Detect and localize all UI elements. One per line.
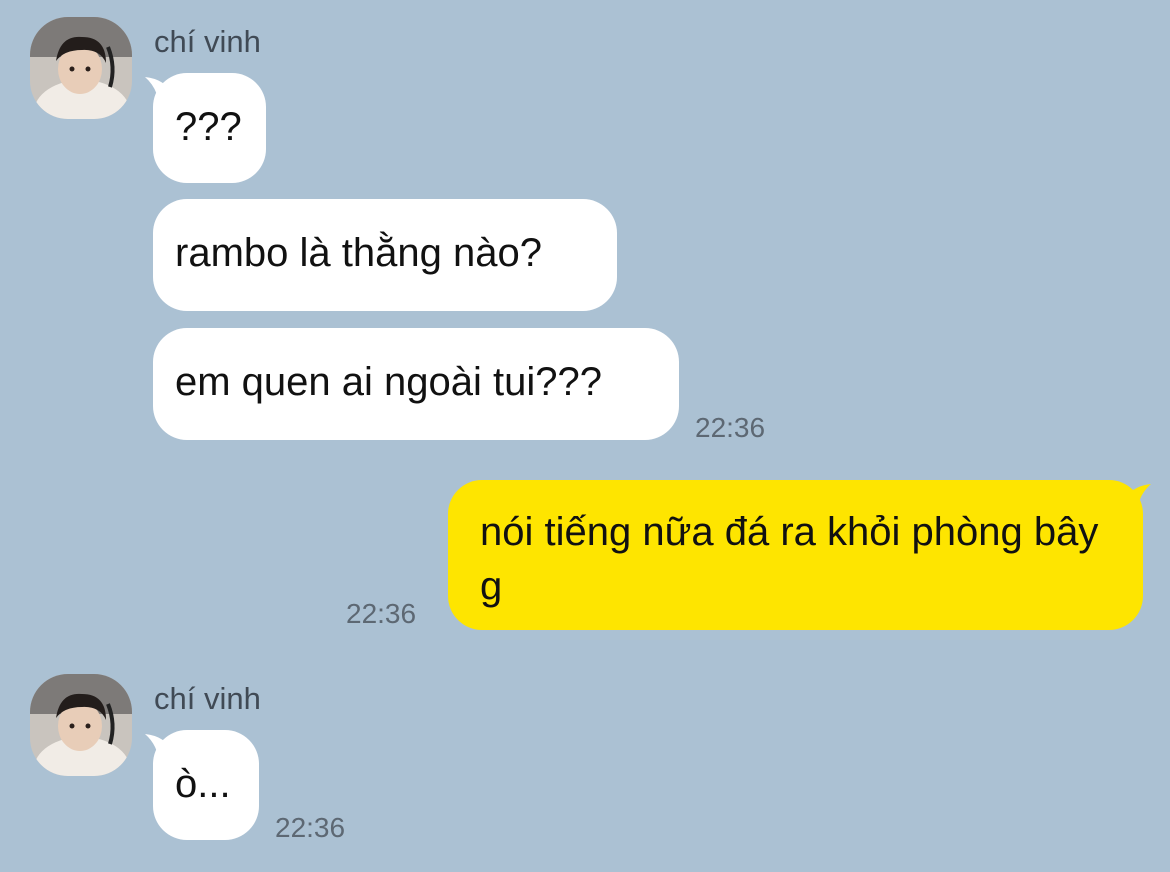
message-timestamp: 22:36 (346, 598, 417, 629)
contact-avatar[interactable] (30, 17, 132, 119)
sender-name: chí vinh (154, 24, 261, 59)
message-text: ò... (175, 762, 231, 806)
incoming-message-bubble[interactable]: rambo là thằng nào? (153, 199, 617, 311)
outgoing-message-bubble[interactable]: nói tiếng nữa đá ra khỏi phòng bây g (448, 480, 1143, 630)
message-text: nói tiếng nữa đá ra khỏi phòng bây g (480, 510, 1099, 608)
message-text: rambo là thằng nào? (175, 231, 542, 275)
incoming-message-bubble[interactable]: ??? (153, 73, 266, 183)
message-timestamp: 22:36 (275, 812, 346, 843)
message-text: ??? (175, 105, 242, 149)
message-text: em quen ai ngoài tui??? (175, 360, 602, 404)
contact-avatar[interactable] (30, 674, 132, 776)
incoming-message-bubble[interactable]: ò... (153, 730, 259, 840)
profile-photo-icon (30, 17, 132, 119)
sender-name: chí vinh (154, 681, 261, 716)
message-timestamp: 22:36 (695, 412, 766, 443)
incoming-message-bubble[interactable]: em quen ai ngoài tui??? (153, 328, 679, 440)
profile-photo-icon (30, 674, 132, 776)
outgoing-bubble-tail (1123, 484, 1151, 522)
